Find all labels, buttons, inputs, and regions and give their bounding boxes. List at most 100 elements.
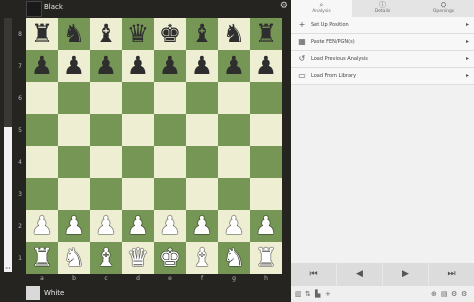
black-piece[interactable]: ♟	[90, 50, 122, 82]
square-g7[interactable]: ♟	[218, 50, 250, 82]
square-a3[interactable]	[26, 178, 58, 210]
black-piece[interactable]: ♚	[154, 18, 186, 50]
square-h4[interactable]	[250, 146, 282, 178]
square-c2[interactable]: ♟	[90, 210, 122, 242]
square-b6[interactable]	[58, 82, 90, 114]
square-c3[interactable]	[90, 178, 122, 210]
square-b5[interactable]	[58, 114, 90, 146]
square-a2[interactable]: ♟	[26, 210, 58, 242]
square-c7[interactable]: ♟	[90, 50, 122, 82]
white-piece[interactable]: ♞	[58, 242, 90, 274]
square-f6[interactable]	[186, 82, 218, 114]
square-h2[interactable]: ♟	[250, 210, 282, 242]
square-d8[interactable]: ♛	[122, 18, 154, 50]
black-piece[interactable]: ♟	[186, 50, 218, 82]
white-piece[interactable]: ♟	[26, 210, 58, 242]
square-b1[interactable]: ♞	[58, 242, 90, 274]
zoom-icon[interactable]: ⊕	[431, 289, 437, 299]
black-piece[interactable]: ♟	[218, 50, 250, 82]
square-a5[interactable]	[26, 114, 58, 146]
square-a6[interactable]	[26, 82, 58, 114]
square-h5[interactable]	[250, 114, 282, 146]
black-piece[interactable]: ♟	[154, 50, 186, 82]
square-f8[interactable]: ♝	[186, 18, 218, 50]
square-b2[interactable]: ♟	[58, 210, 90, 242]
square-g4[interactable]	[218, 146, 250, 178]
square-h3[interactable]	[250, 178, 282, 210]
square-e8[interactable]: ♚	[154, 18, 186, 50]
chart-icon[interactable]: ▥	[295, 289, 302, 299]
white-piece[interactable]: ♟	[250, 210, 282, 242]
square-h1[interactable]: ♜	[250, 242, 282, 274]
white-piece[interactable]: ♞	[218, 242, 250, 274]
menu-item-paste-fen-pgn-s[interactable]: ▦ Paste FEN/PGN(s) ▸	[291, 34, 474, 51]
white-piece[interactable]: ♟	[218, 210, 250, 242]
square-e6[interactable]	[154, 82, 186, 114]
next-move-button[interactable]: ▶	[383, 263, 428, 286]
menu-item-load-from-library[interactable]: ▭ Load From Library ▸	[291, 68, 474, 85]
square-f2[interactable]: ♟	[186, 210, 218, 242]
square-f5[interactable]	[186, 114, 218, 146]
square-h6[interactable]	[250, 82, 282, 114]
white-piece[interactable]: ♟	[122, 210, 154, 242]
square-g5[interactable]	[218, 114, 250, 146]
settings-icon[interactable]: ⚙	[461, 289, 467, 299]
square-b7[interactable]: ♟	[58, 50, 90, 82]
chess-board[interactable]: ♜ ♞ ♝ ♛ ♚ ♝ ♞ ♜ ♟ ♟ ♟ ♟ ♟ ♟ ♟ ♟ ♟ ♟ ♟ ♟ ♟ ♟ ♟ ♟ ♜ ♞ ♝ ♛ ♚ ♝ ♞ ♜	[26, 18, 282, 274]
black-piece[interactable]: ♜	[26, 18, 58, 50]
square-c1[interactable]: ♝	[90, 242, 122, 274]
prev-move-button[interactable]: ◀	[337, 263, 382, 286]
menu-item-set-up-position[interactable]: + Set Up Position ▸	[291, 17, 474, 34]
engine-icon[interactable]: ⚙	[451, 289, 457, 299]
square-d3[interactable]	[122, 178, 154, 210]
square-g3[interactable]	[218, 178, 250, 210]
square-f4[interactable]	[186, 146, 218, 178]
white-piece[interactable]: ♛	[122, 242, 154, 274]
gear-icon[interactable]: ⚙	[280, 1, 288, 11]
square-a1[interactable]: ♜	[26, 242, 58, 274]
square-c5[interactable]	[90, 114, 122, 146]
white-piece[interactable]: ♟	[58, 210, 90, 242]
black-piece[interactable]: ♟	[26, 50, 58, 82]
black-piece[interactable]: ♝	[90, 18, 122, 50]
white-piece[interactable]: ♜	[250, 242, 282, 274]
tab-details[interactable]: ⓘ Details	[352, 0, 413, 17]
library-icon[interactable]: ▤	[441, 289, 448, 299]
square-b8[interactable]: ♞	[58, 18, 90, 50]
black-piece[interactable]: ♟	[58, 50, 90, 82]
white-piece[interactable]: ♟	[154, 210, 186, 242]
square-e2[interactable]: ♟	[154, 210, 186, 242]
square-d5[interactable]	[122, 114, 154, 146]
square-d2[interactable]: ♟	[122, 210, 154, 242]
square-c8[interactable]: ♝	[90, 18, 122, 50]
square-e3[interactable]	[154, 178, 186, 210]
square-h7[interactable]: ♟	[250, 50, 282, 82]
square-d1[interactable]: ♛	[122, 242, 154, 274]
white-piece[interactable]: ♚	[154, 242, 186, 274]
square-c6[interactable]	[90, 82, 122, 114]
black-piece[interactable]: ♟	[122, 50, 154, 82]
square-g6[interactable]	[218, 82, 250, 114]
square-b3[interactable]	[58, 178, 90, 210]
black-piece[interactable]: ♟	[250, 50, 282, 82]
square-d4[interactable]	[122, 146, 154, 178]
white-piece[interactable]: ♜	[26, 242, 58, 274]
square-f1[interactable]: ♝	[186, 242, 218, 274]
square-h8[interactable]: ♜	[250, 18, 282, 50]
first-move-button[interactable]: ⏮	[291, 263, 336, 286]
white-piece[interactable]: ♟	[90, 210, 122, 242]
square-a8[interactable]: ♜	[26, 18, 58, 50]
square-e4[interactable]	[154, 146, 186, 178]
square-g1[interactable]: ♞	[218, 242, 250, 274]
tab-analysis[interactable]: ⌕ Analysis	[291, 0, 352, 17]
white-piece[interactable]: ♝	[90, 242, 122, 274]
share-icon[interactable]: ▙	[315, 289, 320, 299]
menu-item-load-previous-analysis[interactable]: ↺ Load Previous Analysis ▸	[291, 51, 474, 68]
square-f7[interactable]: ♟	[186, 50, 218, 82]
square-f3[interactable]	[186, 178, 218, 210]
square-d7[interactable]: ♟	[122, 50, 154, 82]
square-e7[interactable]: ♟	[154, 50, 186, 82]
black-piece[interactable]: ♜	[250, 18, 282, 50]
tab-openings[interactable]: ⛭ Openings	[413, 0, 474, 17]
square-b4[interactable]	[58, 146, 90, 178]
